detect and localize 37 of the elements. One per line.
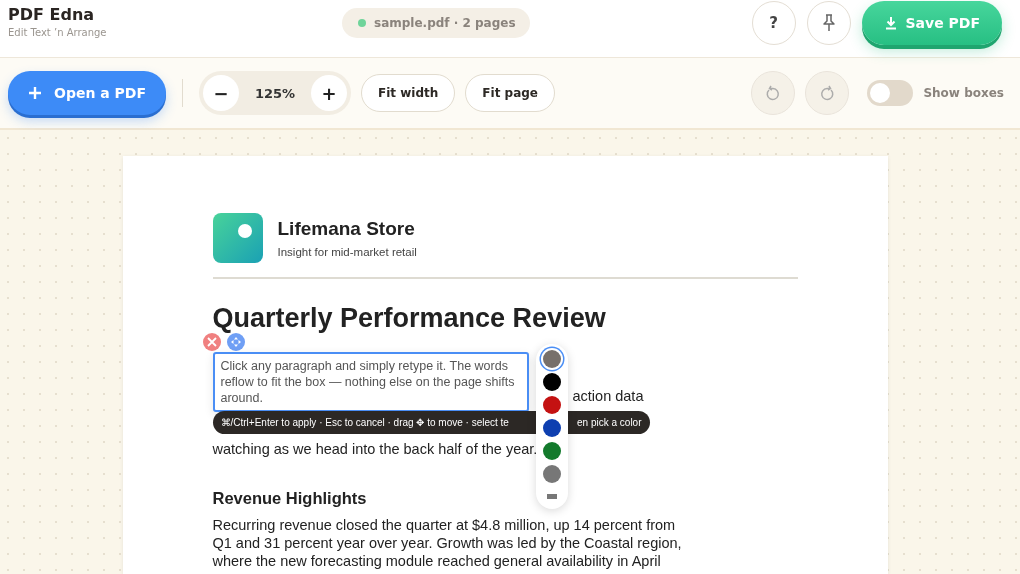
- move-icon[interactable]: [226, 333, 245, 351]
- tooltip-text: ⌘/Ctrl+Enter to apply · Esc to cancel · drag ✥ to move · select te: [220, 417, 509, 428]
- pin-icon: [820, 14, 837, 32]
- close-icon[interactable]: [202, 333, 221, 351]
- color-swatch[interactable]: [542, 465, 561, 483]
- help-button[interactable]: ?: [751, 1, 796, 45]
- show-boxes-label: Show boxes: [923, 86, 1004, 100]
- color-swatch[interactable]: [542, 419, 561, 437]
- store-name: Lifemana Store: [277, 218, 416, 240]
- color-swatch[interactable]: [542, 373, 561, 391]
- download-icon: [883, 16, 898, 30]
- zoom-level: 125%: [253, 85, 297, 101]
- color-swatch[interactable]: [542, 350, 561, 368]
- tooltip-text: en pick a color: [577, 417, 642, 428]
- text-edit-field[interactable]: Click any paragraph and simply retype it. The words reflow to fit the box — nothing else on the page shifts around.: [212, 352, 529, 412]
- pin-button[interactable]: [806, 1, 851, 45]
- paragraph-fragment: action data: [572, 387, 644, 405]
- file-label: sample.pdf · 2 pages: [374, 16, 516, 30]
- document-heading: Quarterly Performance Review: [212, 303, 607, 334]
- app-title: PDF Edna: [8, 5, 96, 24]
- color-swatch[interactable]: [542, 442, 561, 460]
- store-tagline: Insight for mid-market retail: [277, 246, 417, 258]
- store-logo-icon: [212, 213, 263, 263]
- app-subtitle: Edit Text ’n Arrange: [8, 27, 108, 38]
- fit-width-button[interactable]: Fit width: [361, 74, 456, 112]
- redo-icon: [819, 85, 836, 101]
- fit-page-button[interactable]: Fit page: [465, 74, 555, 112]
- paragraph-line: watching as we head into the back half of the year.: [212, 440, 538, 458]
- clear-color-icon[interactable]: [546, 494, 557, 499]
- color-swatch[interactable]: [542, 396, 561, 414]
- show-boxes-toggle[interactable]: [867, 80, 914, 106]
- undo-icon: [765, 85, 782, 101]
- zoom-in-button[interactable]: +: [311, 75, 348, 111]
- zoom-out-button[interactable]: −: [203, 75, 240, 111]
- section-paragraph: Recurring revenue closed the quarter at $4.8 million, up 14 percent from Q1 and 31 percent year over year. Growth was led by the Coastal region, where the new forecasting module reached general availability in April: [212, 516, 683, 570]
- section-heading: Revenue Highlights: [212, 489, 367, 508]
- plus-icon: [28, 86, 42, 100]
